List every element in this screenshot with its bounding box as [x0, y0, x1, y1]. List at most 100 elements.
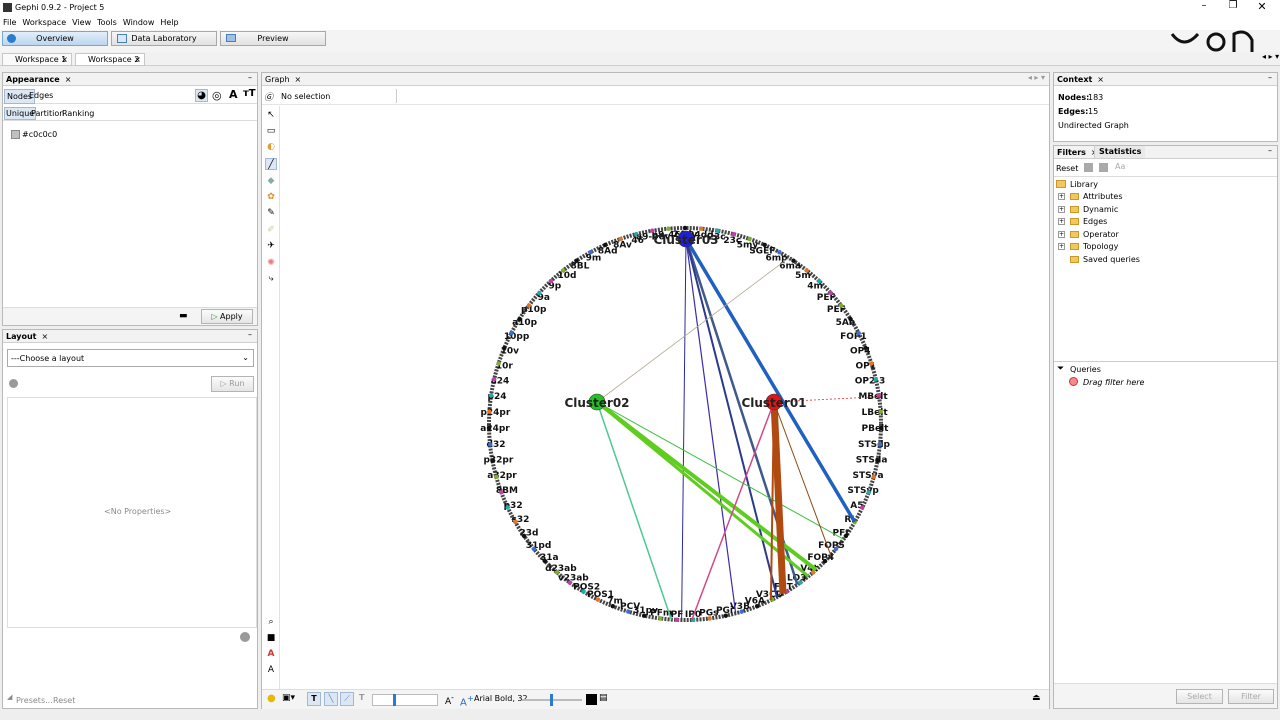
ring-node-label[interactable]: a24pr	[480, 424, 510, 434]
minimize-panel-icon[interactable]: –	[248, 73, 252, 82]
panel-nav-icon[interactable]: ◂ ▸ ▾	[1028, 73, 1045, 82]
ring-node[interactable]	[833, 546, 839, 552]
filter-category[interactable]: Topology	[1083, 242, 1118, 251]
edge-labels-icon[interactable]: ╲	[324, 692, 338, 706]
filter-category[interactable]: Edges	[1083, 217, 1107, 226]
ring-node[interactable]	[674, 617, 679, 622]
ring-node-label[interactable]: 8Av	[613, 241, 632, 251]
auto-refresh-icon[interactable]: Aa	[1115, 162, 1125, 171]
export-icon[interactable]	[1099, 163, 1108, 172]
ring-node[interactable]	[856, 331, 861, 336]
ring-node-label[interactable]: a10p	[512, 318, 538, 328]
minimize-panel-icon[interactable]: –	[1268, 146, 1272, 155]
ring-node[interactable]	[561, 268, 566, 273]
menu-window[interactable]: Window	[120, 16, 158, 30]
ring-node-label[interactable]: 31a	[540, 553, 559, 563]
ring-node[interactable]	[642, 613, 647, 618]
menu-view[interactable]: View	[69, 16, 94, 30]
lasso-icon[interactable]: ◐	[265, 141, 277, 153]
expand-icon[interactable]: +	[1058, 243, 1065, 250]
close-panel-icon[interactable]: ×	[1097, 74, 1104, 85]
ring-node-label[interactable]: STSda	[856, 456, 888, 466]
ring-node[interactable]	[873, 377, 878, 382]
ring-node[interactable]	[798, 580, 803, 585]
minimize-panel-icon[interactable]: –	[1268, 73, 1272, 82]
tab-edges[interactable]: Edges	[29, 90, 53, 101]
ring-node[interactable]	[666, 226, 671, 231]
ring-node[interactable]	[496, 361, 501, 366]
ring-node-label[interactable]: 4m	[807, 282, 823, 292]
size-slider-thumb[interactable]	[393, 694, 396, 706]
font-slider-thumb[interactable]	[550, 694, 553, 706]
ring-node[interactable]	[521, 533, 527, 539]
ring-node[interactable]	[875, 458, 880, 463]
expand-icon[interactable]: +	[1058, 205, 1065, 213]
ring-node[interactable]	[707, 616, 712, 621]
select-button[interactable]: Select	[1176, 689, 1223, 704]
ring-node-label[interactable]: d23ab	[545, 564, 577, 574]
ring-node[interactable]	[682, 225, 688, 231]
plane-icon[interactable]: ✈	[265, 240, 277, 252]
ring-node[interactable]	[517, 316, 522, 322]
ring-node[interactable]	[531, 546, 537, 552]
expand-toolbar-icon[interactable]: ⏏	[1032, 693, 1041, 703]
ring-node[interactable]	[838, 303, 844, 308]
ring-node[interactable]	[843, 533, 849, 539]
ring-node-label[interactable]: p24pr	[480, 408, 510, 418]
close-panel-icon[interactable]: ×	[295, 74, 302, 85]
font-icon[interactable]: A	[265, 664, 277, 676]
ring-node-label[interactable]: 5Ab	[836, 318, 856, 328]
filter-button[interactable]: Filter	[1228, 689, 1274, 704]
ring-node[interactable]	[877, 442, 883, 447]
ring-node[interactable]	[866, 490, 871, 495]
ring-node-label[interactable]: PBelt	[862, 424, 890, 434]
ring-node[interactable]	[567, 580, 572, 585]
menu-workspace[interactable]: Workspace	[19, 16, 69, 30]
filter-category[interactable]: Dynamic	[1083, 205, 1118, 214]
workspace-tab-1[interactable]: Workspace 1 ×	[2, 53, 72, 66]
graph-edge[interactable]	[596, 401, 673, 620]
ring-node-label[interactable]: v23ab	[558, 574, 589, 584]
ring-node-label[interactable]: 10d	[558, 271, 577, 281]
graph-edge[interactable]	[685, 238, 778, 598]
screenshot-icon[interactable]: ▣▾	[282, 693, 295, 703]
layout-select[interactable]: ---Choose a layout ⌄	[7, 349, 254, 367]
ring-node[interactable]	[487, 442, 493, 447]
data-laboratory-button[interactable]: Data Laboratory	[111, 31, 217, 46]
palette-icon[interactable]: ◕	[195, 89, 208, 102]
ring-node[interactable]	[487, 409, 492, 414]
close-window-icon[interactable]: ✕	[1254, 0, 1270, 14]
ring-node-label[interactable]: PEF	[817, 293, 836, 303]
cluster-label[interactable]: Cluster03	[653, 233, 718, 247]
layout-help-icon[interactable]	[240, 632, 250, 642]
ring-node[interactable]	[603, 242, 608, 248]
font-size-slider[interactable]	[522, 694, 582, 706]
filter-category[interactable]: Operator	[1083, 230, 1119, 239]
ring-node[interactable]	[505, 505, 510, 510]
graph-edge[interactable]	[596, 401, 844, 540]
ring-node[interactable]	[509, 331, 514, 336]
pointer-icon[interactable]: ↖	[265, 109, 277, 121]
ring-node[interactable]	[618, 236, 623, 242]
hide-edges-icon[interactable]: ⟋	[340, 692, 354, 706]
apply-button[interactable]: ▷ Apply	[201, 309, 253, 324]
ring-node[interactable]	[513, 519, 518, 525]
graph-canvas[interactable]: 24dy24dd23c23c5mySGEF6mp6ma5m4mPEFPEF5Ab…	[281, 106, 1049, 689]
graph-edge[interactable]	[681, 238, 687, 621]
ring-node-label[interactable]: 31pd	[526, 541, 551, 551]
filter-category[interactable]: Attributes	[1083, 192, 1123, 201]
ring-node[interactable]	[860, 505, 865, 510]
ring-node[interactable]	[747, 236, 752, 242]
ring-node[interactable]	[537, 290, 542, 296]
rect-select-icon[interactable]: ▭	[265, 125, 277, 137]
ring-node[interactable]	[791, 258, 796, 263]
ring-node[interactable]	[755, 604, 760, 609]
ring-node[interactable]	[626, 609, 631, 614]
ring-node-label[interactable]: 8BM	[496, 486, 518, 496]
auto-apply-icon[interactable]: ▬	[179, 311, 188, 321]
ring-node-label[interactable]: 10pp	[504, 332, 530, 342]
ring-node[interactable]	[490, 458, 495, 463]
graph-tab-label[interactable]: Graph	[265, 75, 290, 84]
ring-node[interactable]	[494, 474, 499, 479]
tab-ranking[interactable]: Ranking	[62, 108, 94, 119]
